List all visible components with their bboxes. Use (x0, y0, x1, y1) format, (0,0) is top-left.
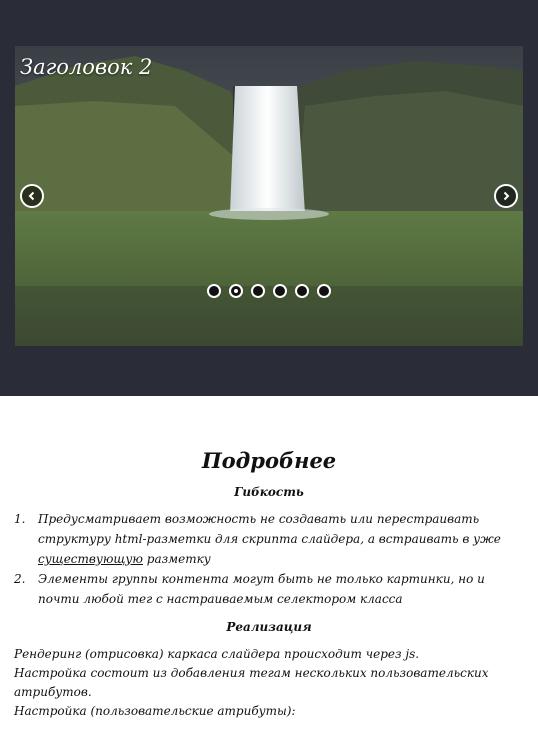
list-item-underlined-word: существующую (38, 552, 143, 566)
slide-pagination (207, 284, 331, 298)
slide-dot-1[interactable] (207, 284, 221, 298)
slide-dot-5[interactable] (295, 284, 309, 298)
list-item-number: 2. (14, 572, 26, 586)
slide-image (15, 46, 523, 346)
list-item-text-end: разметку (142, 552, 211, 566)
implementation-heading: Реализация (226, 620, 312, 634)
paragraph-setup: Настройка состоит из добавления тегам не… (14, 666, 489, 699)
details-section: Подробнее Гибкость 1. Предусматривает воз… (0, 396, 538, 732)
slide-dot-6[interactable] (317, 284, 331, 298)
paragraph-rendering: Рендеринг (отрисовка) каркаса слайдера п… (14, 647, 420, 661)
list-item: 2. Элементы группы контента могут быть не… (14, 569, 524, 609)
flexibility-heading: Гибкость (234, 485, 304, 499)
section-title: Подробнее (201, 448, 337, 473)
features-list: 1. Предусматривает возможность не создава… (14, 509, 524, 609)
list-item-number: 1. (14, 512, 26, 526)
slide-title: Заголовок 2 (20, 55, 153, 79)
prev-slide-button[interactable] (20, 184, 44, 208)
chevron-right-icon (503, 191, 510, 201)
slide-dot-4[interactable] (273, 284, 287, 298)
slide-dot-3[interactable] (251, 284, 265, 298)
next-slide-button[interactable] (494, 184, 518, 208)
slide-dot-2[interactable] (229, 284, 243, 298)
waterfall-landscape-image (15, 46, 523, 346)
chevron-left-icon (28, 191, 35, 201)
paragraph-attributes: Настройка (пользовательские атрибуты): (14, 704, 296, 718)
list-item: 1. Предусматривает возможность не создава… (14, 509, 524, 569)
list-item-text: Элементы группы контента могут быть не т… (38, 572, 485, 606)
list-item-text: Предусматривает возможность не создавать… (38, 512, 501, 546)
slider-section: Заголовок 2 (0, 0, 538, 396)
